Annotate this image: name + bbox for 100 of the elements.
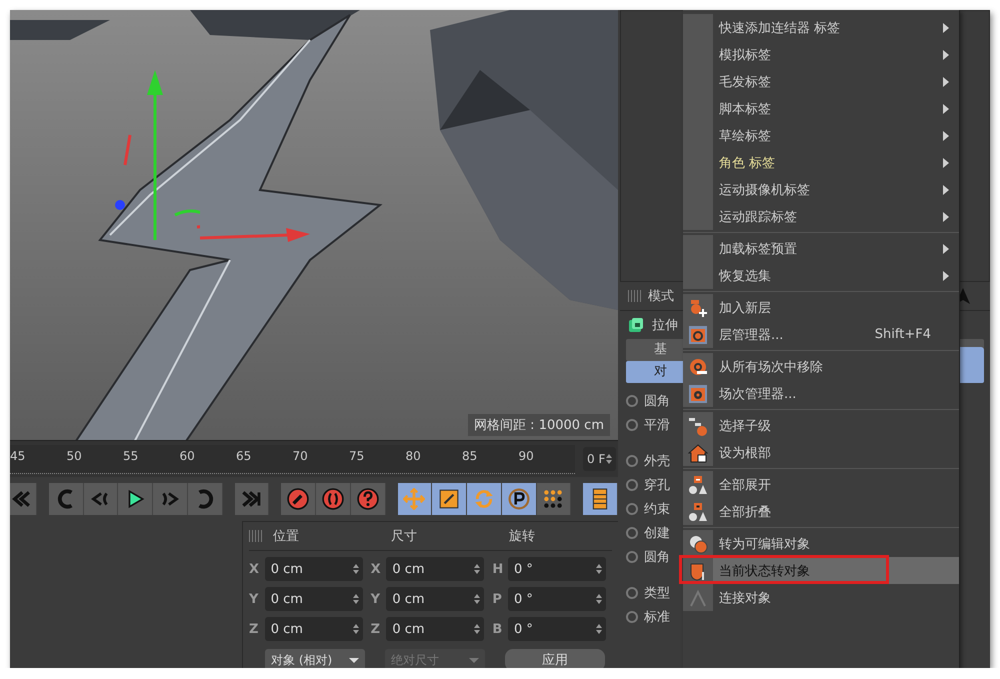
menu-item[interactable]: 设为根部 (683, 439, 959, 466)
submenu-arrow-icon[interactable] (943, 130, 949, 140)
frame-field[interactable]: 0 F (583, 447, 616, 471)
option-label: 类型 (644, 585, 670, 602)
menu-item[interactable]: 模拟标签 (683, 41, 959, 68)
move-button[interactable] (398, 483, 432, 515)
spinner-icon[interactable] (352, 624, 359, 634)
column-header: 旋转 (509, 528, 536, 545)
submenu-arrow-icon[interactable] (943, 158, 949, 168)
dropdown[interactable]: 对象 (相对) (265, 649, 365, 668)
auto-key-icon[interactable] (322, 488, 344, 510)
spinner-icon[interactable] (474, 594, 480, 604)
remove-icon (688, 356, 708, 376)
record-icon[interactable] (287, 488, 310, 510)
coordinate-field[interactable]: 0 cm (386, 587, 484, 611)
viewport[interactable]: 网格间距 : 10000 cm (10, 10, 618, 440)
menu-item[interactable]: 加载标签预置 (683, 235, 959, 262)
option-label: 穿孔 (644, 477, 670, 494)
spinner-icon[interactable] (474, 564, 480, 574)
menu-item[interactable]: 场次管理器... (683, 380, 959, 407)
spinner-icon[interactable] (606, 454, 612, 464)
coordinate-field[interactable]: 0 ° (508, 587, 606, 611)
option-label: 平滑 (644, 417, 670, 434)
menu-item[interactable]: 角色 标签 (683, 149, 959, 176)
radio-button[interactable] (626, 395, 638, 407)
layer-manager-icon (688, 324, 708, 344)
film-strip-button[interactable] (583, 483, 618, 515)
menu-item[interactable]: 连接对象 (683, 584, 959, 611)
scale-icon[interactable] (438, 488, 460, 510)
menu-item[interactable]: 全部折叠 (683, 498, 959, 525)
menu-item[interactable]: 全部展开 (683, 471, 959, 498)
submenu-arrow-icon[interactable] (943, 22, 949, 32)
scale-button[interactable] (432, 483, 467, 515)
submenu-arrow-icon[interactable] (943, 244, 949, 254)
axis-label: X (249, 562, 260, 576)
menu-item[interactable]: 运动摄像机标签 (683, 176, 959, 203)
option-label: 约束 (644, 501, 670, 518)
radio-button[interactable] (626, 503, 638, 515)
record-button[interactable] (281, 483, 316, 515)
apply-button[interactable]: 应用 (505, 649, 605, 668)
menu-item[interactable]: 恢复选集 (683, 262, 959, 289)
spinner-icon[interactable] (352, 594, 359, 604)
submenu-arrow-icon[interactable] (943, 50, 949, 60)
radio-button[interactable] (626, 455, 638, 467)
dot-grid-icon[interactable] (542, 488, 564, 510)
p-circle-icon[interactable] (508, 488, 530, 510)
spinner-icon[interactable] (596, 594, 602, 604)
submenu-arrow-icon[interactable] (943, 104, 949, 114)
submenu-arrow-icon[interactable] (943, 76, 949, 86)
layer-add-icon (688, 298, 708, 318)
menu-item[interactable]: 加入新层 (683, 294, 959, 321)
coordinate-field[interactable]: 0 cm (264, 617, 363, 641)
submenu-arrow-icon[interactable] (943, 184, 949, 194)
caret-icon[interactable] (349, 658, 359, 662)
menu-item[interactable]: 层管理器... Shift+F4 (683, 321, 959, 348)
coordinate-field[interactable]: 0 cm (264, 587, 363, 611)
coordinate-field[interactable]: 0 cm (386, 557, 484, 581)
menu-item[interactable]: 转为可编辑对象 (683, 530, 959, 557)
coordinate-field[interactable]: 0 cm (264, 557, 363, 581)
radio-button[interactable] (626, 611, 638, 623)
radio-button[interactable] (626, 551, 638, 563)
coordinate-field[interactable]: 0 cm (386, 617, 484, 641)
submenu-arrow-icon[interactable] (943, 270, 949, 280)
radio-button[interactable] (626, 479, 638, 491)
mode-menu[interactable]: 模式 (648, 287, 674, 305)
tick-label: 65 (236, 448, 252, 462)
auto-key-button[interactable] (316, 483, 351, 515)
rotate-button[interactable] (467, 483, 502, 515)
skip-back-button[interactable] (10, 483, 37, 515)
menu-item[interactable]: 快速添加连结器 标签 (683, 14, 959, 41)
menu-item[interactable]: 运动跟踪标签 (683, 203, 959, 230)
menu-item[interactable]: 从所有场次中移除 (683, 353, 959, 380)
dot-grid-button[interactable] (536, 483, 572, 515)
help-button[interactable] (350, 483, 386, 515)
spinner-icon[interactable] (474, 624, 480, 634)
skip-end-button[interactable] (234, 483, 270, 515)
tick-label: 60 (180, 448, 196, 462)
skip-back-icon[interactable] (10, 488, 30, 510)
coordinate-field[interactable]: 0 ° (508, 617, 606, 641)
timeline-ruler[interactable]: 45 50 55 60 65 70 75 80 85 90 (10, 444, 575, 474)
spinner-icon[interactable] (596, 564, 602, 574)
menu-item[interactable]: 脚本标签 (683, 95, 959, 122)
coordinate-field[interactable]: 0 ° (508, 557, 606, 581)
spinner-icon[interactable] (596, 624, 602, 634)
house-icon (688, 442, 708, 462)
menu-item[interactable]: 选择子级 (683, 412, 959, 439)
p-circle-button[interactable] (502, 483, 536, 515)
menu-item[interactable]: 毛发标签 (683, 68, 959, 95)
next-key-button[interactable] (188, 483, 222, 515)
submenu-arrow-icon[interactable] (943, 212, 949, 222)
axis-label: H (492, 562, 504, 576)
spinner-icon[interactable] (352, 564, 359, 574)
radio-button[interactable] (626, 527, 638, 539)
menu-item[interactable]: 草绘标签 (683, 122, 959, 149)
axis-label: Z (370, 622, 382, 636)
play-button[interactable] (118, 483, 153, 515)
radio-button[interactable] (626, 587, 638, 599)
help-icon[interactable] (356, 488, 379, 510)
radio-button[interactable] (626, 419, 638, 431)
prev-key-button[interactable] (48, 483, 84, 515)
